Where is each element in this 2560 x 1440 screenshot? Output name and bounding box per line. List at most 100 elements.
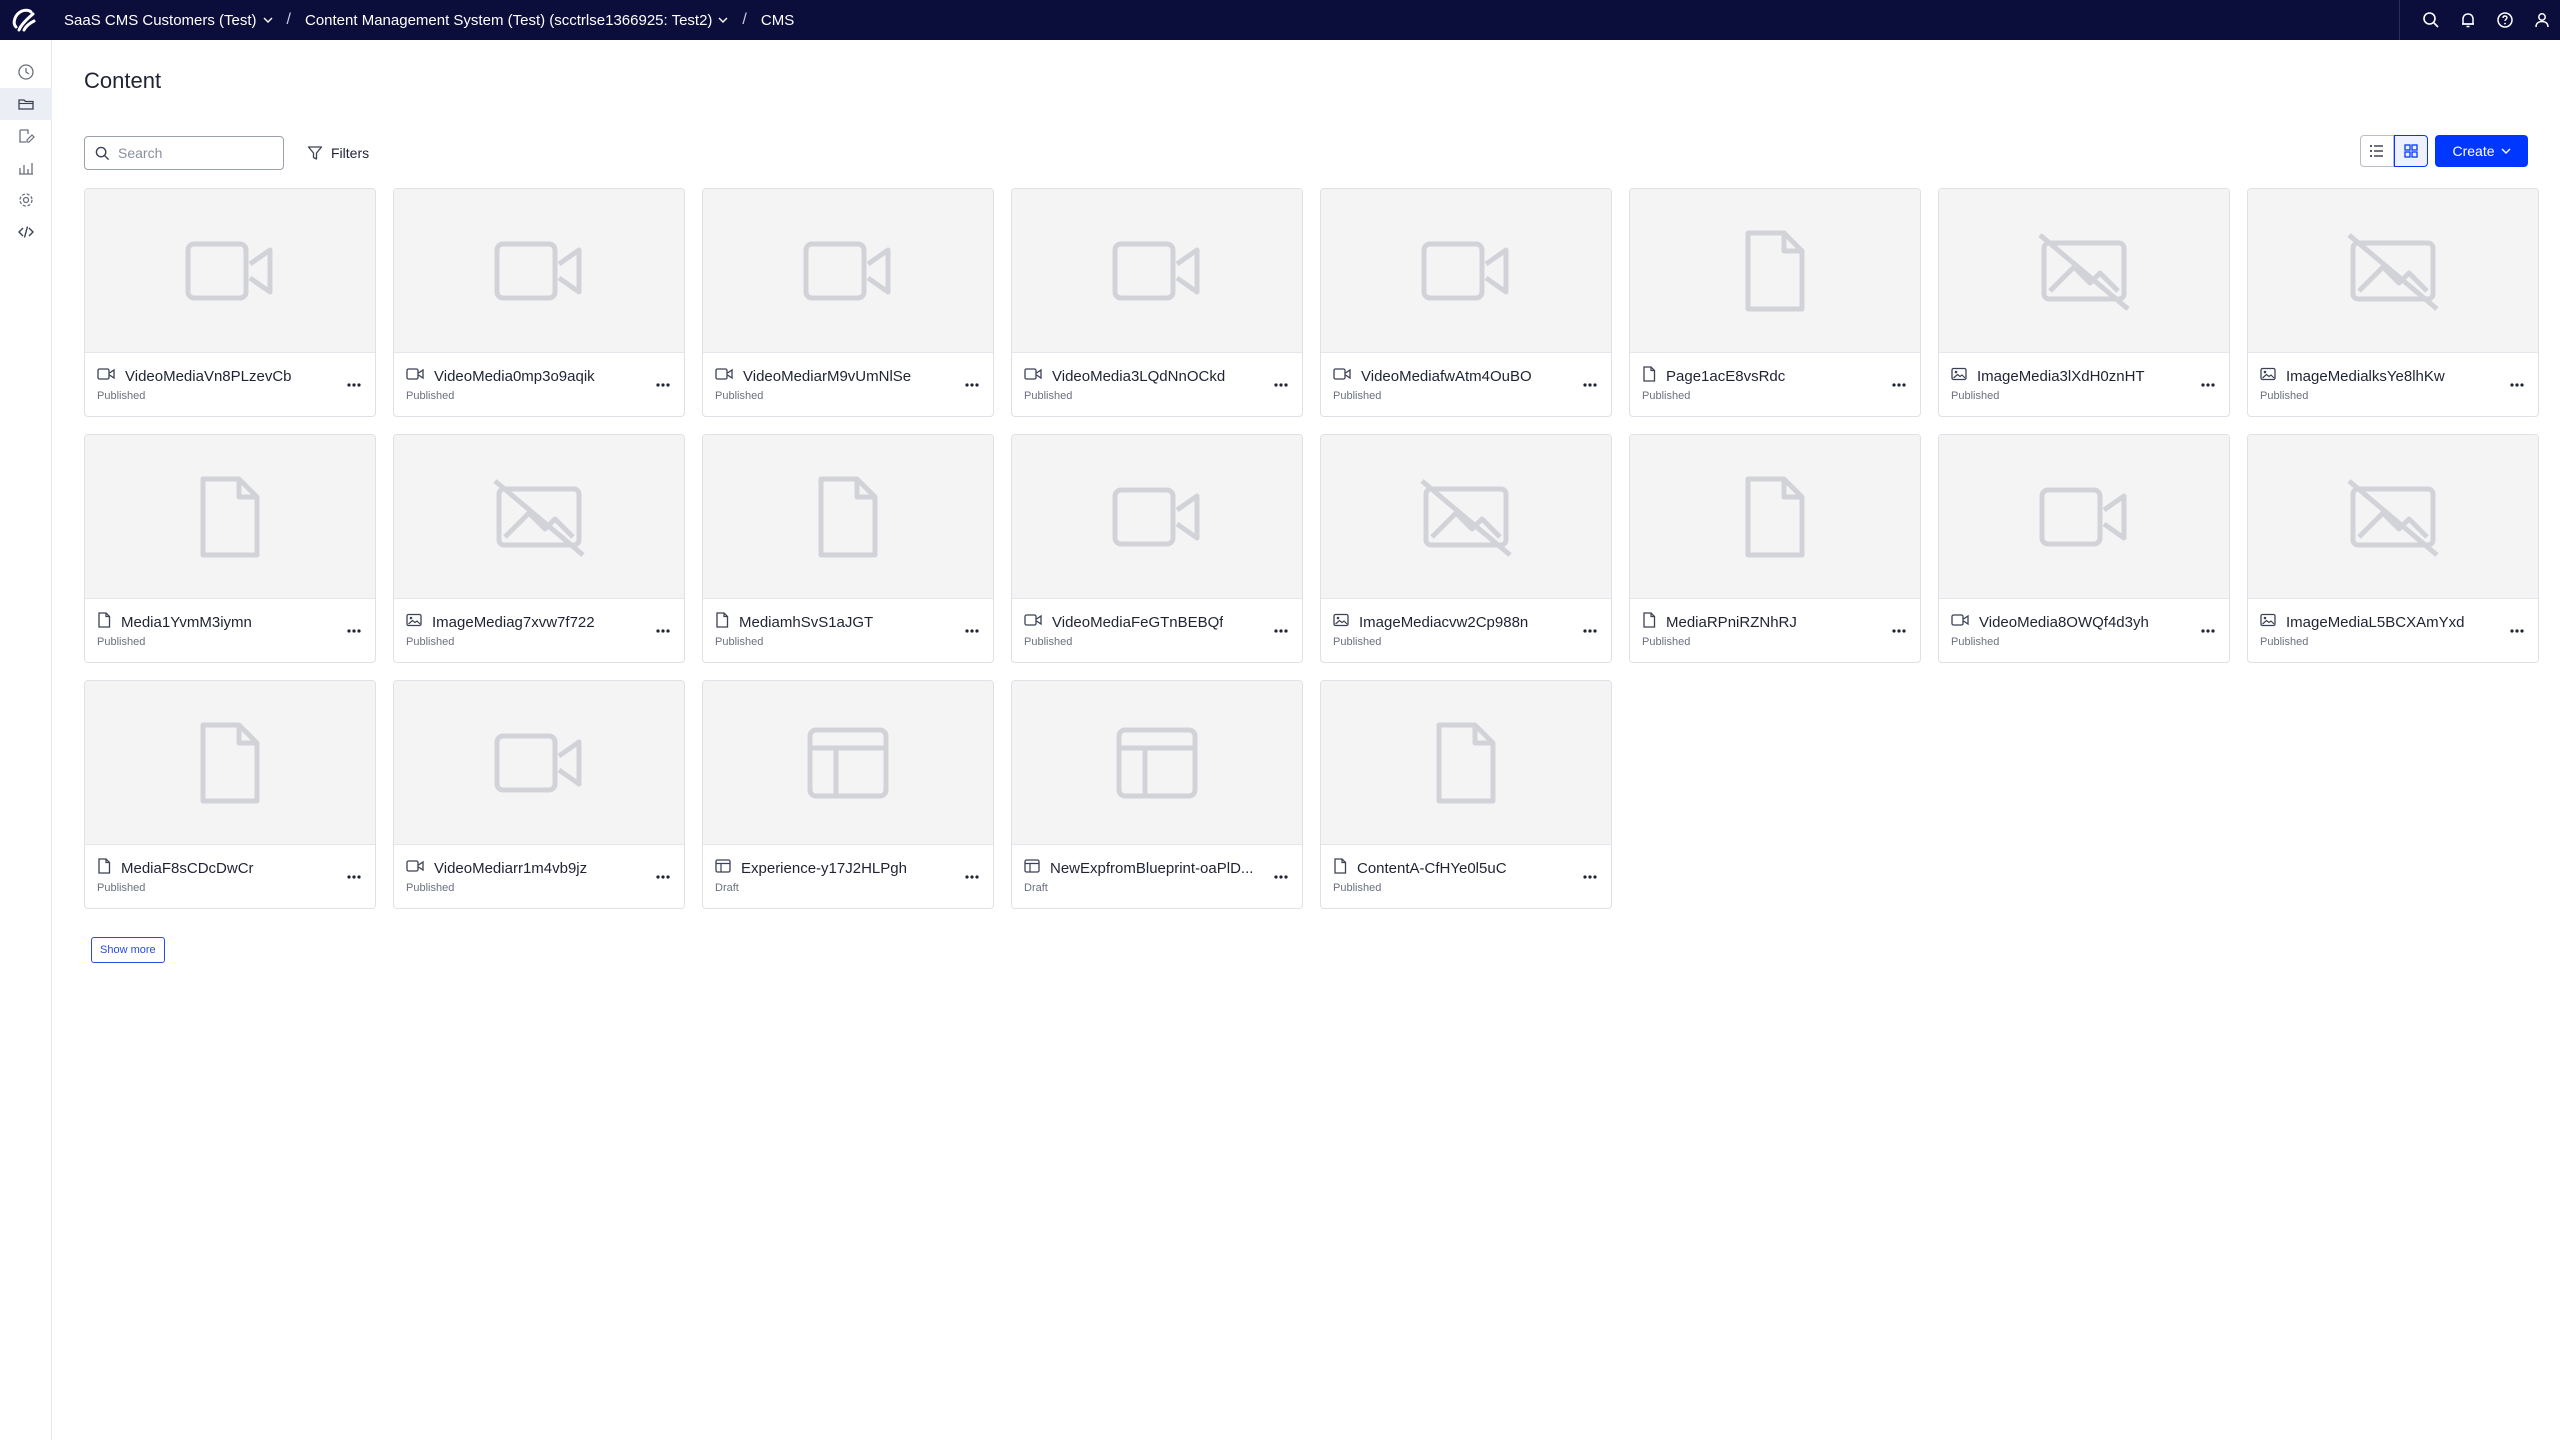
- rail-analytics[interactable]: [0, 152, 52, 184]
- card-name: ImageMedia3lXdH0znHT: [1977, 367, 2145, 385]
- content-card[interactable]: NewExpfromBlueprint-oaPlD... Draft: [1011, 680, 1303, 909]
- show-more-button[interactable]: Show more: [91, 937, 165, 963]
- card-thumbnail: [85, 189, 375, 353]
- more-options-button[interactable]: [2506, 621, 2528, 641]
- content-card[interactable]: VideoMediarM9vUmNlSe Published: [702, 188, 994, 417]
- search-icon[interactable]: [2412, 0, 2449, 40]
- user-icon[interactable]: [2523, 0, 2560, 40]
- search-input[interactable]: [118, 145, 268, 161]
- content-card[interactable]: ImageMediag7xvw7f722 Published: [393, 434, 685, 663]
- more-options-button[interactable]: [2197, 621, 2219, 641]
- video-icon: [715, 367, 733, 380]
- content-card[interactable]: VideoMediaVn8PLzevCb Published: [84, 188, 376, 417]
- card-status: Published: [1642, 636, 1691, 648]
- type-icon: [2260, 367, 2276, 386]
- more-options-button[interactable]: [2506, 375, 2528, 395]
- more-options-button[interactable]: [2197, 375, 2219, 395]
- more-options-button[interactable]: [652, 375, 674, 395]
- more-options-button[interactable]: [652, 621, 674, 641]
- card-thumbnail: [1321, 435, 1611, 599]
- top-actions: [2399, 0, 2560, 40]
- document-icon: [98, 611, 111, 628]
- card-thumbnail: [2248, 435, 2538, 599]
- video-placeholder-icon: [494, 241, 582, 300]
- card-status: Draft: [1024, 882, 1048, 894]
- content-card[interactable]: Experience-y17J2HLPgh Draft: [702, 680, 994, 909]
- content-card[interactable]: VideoMediarr1m4vb9jz Published: [393, 680, 685, 909]
- content-card[interactable]: MediaRPniRZNhRJ Published: [1629, 434, 1921, 663]
- help-icon[interactable]: [2486, 0, 2523, 40]
- more-options-button[interactable]: [1579, 375, 1601, 395]
- content-card[interactable]: ContentA-CfHYe0l5uC Published: [1320, 680, 1612, 909]
- card-name: ImageMediag7xvw7f722: [432, 613, 595, 631]
- content-card[interactable]: VideoMediafwAtm4OuBO Published: [1320, 188, 1612, 417]
- content-card[interactable]: VideoMedia0mp3o9aqik Published: [393, 188, 685, 417]
- card-name: VideoMedia8OWQf4d3yh: [1979, 613, 2149, 631]
- more-options-button[interactable]: [1270, 621, 1292, 641]
- video-icon: [1024, 367, 1042, 380]
- card-status: Published: [406, 390, 455, 402]
- more-options-button[interactable]: [1579, 867, 1601, 887]
- image-icon: [2260, 613, 2276, 626]
- filters-button[interactable]: Filters: [307, 136, 369, 170]
- content-card[interactable]: ImageMediacvw2Cp988n Published: [1320, 434, 1612, 663]
- video-placeholder-icon: [803, 241, 891, 300]
- more-dots-icon: [1583, 875, 1597, 879]
- card-status: Published: [97, 636, 146, 648]
- more-options-button[interactable]: [961, 621, 983, 641]
- bell-icon[interactable]: [2449, 0, 2486, 40]
- video-placeholder-icon: [1112, 487, 1200, 546]
- search-box[interactable]: [84, 136, 284, 170]
- more-options-button[interactable]: [961, 867, 983, 887]
- create-button[interactable]: Create: [2435, 135, 2528, 167]
- content-card[interactable]: MediaF8sCDcDwCr Published: [84, 680, 376, 909]
- more-options-button[interactable]: [1270, 867, 1292, 887]
- breadcrumb-separator: /: [286, 11, 291, 28]
- card-thumbnail: [1939, 189, 2229, 353]
- rail-content[interactable]: [0, 88, 52, 120]
- type-icon: [1333, 367, 1351, 386]
- content-card[interactable]: ImageMediaL5BCXAmYxd Published: [2247, 434, 2539, 663]
- more-options-button[interactable]: [1888, 621, 1910, 641]
- document-placeholder-icon: [1436, 722, 1496, 803]
- more-options-button[interactable]: [1270, 375, 1292, 395]
- app-crumb[interactable]: CMS: [761, 12, 794, 29]
- card-thumbnail: [1321, 681, 1611, 845]
- image-icon: [1333, 613, 1349, 626]
- content-card[interactable]: ImageMedialksYe8lhKw Published: [2247, 188, 2539, 417]
- list-view-button[interactable]: [2360, 135, 2394, 167]
- app-label: CMS: [760, 11, 795, 29]
- document-icon: [1334, 857, 1347, 874]
- left-rail: [0, 40, 52, 1440]
- content-card[interactable]: VideoMedia3LQdNnOCkd Published: [1011, 188, 1303, 417]
- rail-code[interactable]: [0, 216, 52, 248]
- org-switcher[interactable]: SaaS CMS Customers (Test): [64, 12, 273, 29]
- content-card[interactable]: Media1YvmM3iymn Published: [84, 434, 376, 663]
- more-dots-icon: [1583, 629, 1597, 633]
- content-card[interactable]: VideoMedia8OWQf4d3yh Published: [1938, 434, 2230, 663]
- more-options-button[interactable]: [343, 621, 365, 641]
- type-icon: [1333, 613, 1349, 632]
- more-options-button[interactable]: [652, 867, 674, 887]
- more-options-button[interactable]: [343, 867, 365, 887]
- content-card[interactable]: VideoMediaFeGTnBEBQf Published: [1011, 434, 1303, 663]
- rail-settings[interactable]: [0, 184, 52, 216]
- video-placeholder-icon: [1421, 241, 1509, 300]
- content-card[interactable]: MediamhSvS1aJGT Published: [702, 434, 994, 663]
- card-thumbnail: [1630, 189, 1920, 353]
- instance-switcher[interactable]: Content Management System (Test) (scctrl…: [305, 12, 728, 29]
- optimizely-logo-icon[interactable]: [0, 0, 48, 40]
- analytics-icon: [19, 163, 33, 175]
- rail-dashboard[interactable]: [0, 56, 52, 88]
- image-unavailable-placeholder-icon: [2347, 232, 2439, 311]
- content-card[interactable]: ImageMedia3lXdH0znHT Published: [1938, 188, 2230, 417]
- more-options-button[interactable]: [343, 375, 365, 395]
- card-status: Published: [715, 636, 764, 648]
- grid-view-button[interactable]: [2394, 135, 2428, 167]
- more-options-button[interactable]: [1579, 621, 1601, 641]
- more-options-button[interactable]: [1888, 375, 1910, 395]
- rail-edit[interactable]: [0, 120, 52, 152]
- content-card[interactable]: Page1acE8vsRdc Published: [1629, 188, 1921, 417]
- more-dots-icon: [965, 875, 979, 879]
- more-options-button[interactable]: [961, 375, 983, 395]
